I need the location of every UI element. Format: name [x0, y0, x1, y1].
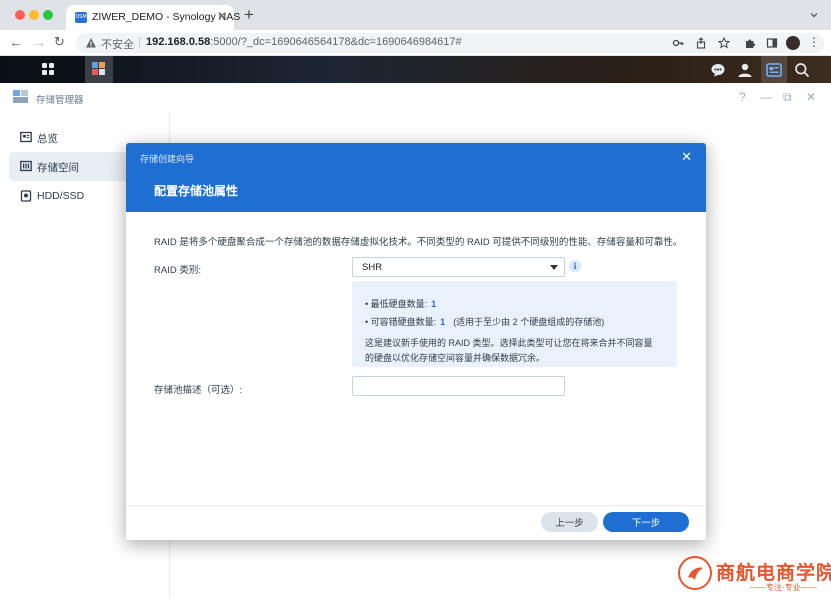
chevron-down-icon[interactable] — [809, 10, 819, 20]
forward-arrow-icon[interactable]: → — [32, 34, 46, 50]
restore-icon[interactable]: ⧉ — [783, 90, 792, 104]
browser-tab-bar: DSM ZIWER_DEMO - Synology NAS ✕ + — [0, 0, 831, 30]
sidebar-item-label: HDD/SSD — [37, 190, 85, 202]
tab-close-icon[interactable]: ✕ — [217, 9, 227, 23]
previous-step-button[interactable]: 上一步 — [541, 512, 598, 532]
watermark-logo: 商航电商学院 ——专注·专业—— — [674, 554, 831, 599]
search-icon[interactable] — [794, 62, 810, 78]
storage-pool-icon — [20, 160, 32, 172]
dropdown-caret-icon — [550, 265, 558, 270]
insecure-label: 不安全 — [101, 39, 134, 51]
widgets-icon — [766, 63, 782, 77]
app-title-bar: 存储管理器 ? — ⧉ ✕ — [0, 83, 831, 111]
sidebar-item-label: 总览 — [37, 133, 58, 145]
watermark-slogan: ——专注·专业—— — [750, 583, 817, 592]
raid-type-select[interactable]: SHR — [352, 257, 565, 277]
browser-toolbar: ← → ↻ 不安全 | 192.168.0.58:5000/?_dc=16906… — [0, 30, 831, 56]
address-bar[interactable]: 不安全 | 192.168.0.58:5000/?_dc=16906465641… — [76, 33, 824, 53]
wizard-title: 存储创建向导 — [140, 154, 195, 164]
sidebar-item-label: 存储空间 — [37, 162, 79, 174]
raid-type-value: SHR — [362, 262, 383, 273]
info-icon[interactable]: i — [569, 260, 581, 272]
minimize-icon[interactable]: — — [760, 90, 772, 104]
dsm-taskbar-left — [10, 56, 113, 83]
min-disks-line: • 最低硬盘数量: 1 — [365, 299, 437, 309]
overview-icon — [20, 131, 32, 143]
key-icon[interactable] — [672, 37, 684, 49]
dialog-header: 存储创建向导 ✕ 配置存储池属性 — [126, 143, 706, 212]
browser-tab[interactable]: DSM ZIWER_DEMO - Synology NAS ✕ — [66, 5, 240, 30]
watermark-text: 商航电商学院 — [716, 562, 831, 584]
url-separator: | — [138, 36, 141, 48]
fault-tolerance-line: • 可容错硬盘数量: 1 (适用于至少由 2 个硬盘组成的存储池) — [365, 317, 605, 327]
storage-manager-icon — [92, 62, 105, 75]
window-zoom-button[interactable] — [43, 10, 53, 20]
storage-wizard-dialog: 存储创建向导 ✕ 配置存储池属性 RAID 是将多个硬盘聚合成一个存储池的数据存… — [126, 143, 706, 540]
app-title: 存储管理器 — [36, 95, 84, 106]
window-minimize-button[interactable] — [29, 10, 39, 20]
extensions-puzzle-icon[interactable] — [744, 37, 756, 49]
new-tab-button[interactable]: + — [244, 5, 254, 25]
star-icon[interactable] — [718, 37, 730, 49]
watermark-seal-icon — [678, 556, 712, 590]
pool-description-input[interactable] — [352, 376, 565, 396]
next-step-button[interactable]: 下一步 — [603, 512, 689, 532]
share-icon[interactable] — [695, 37, 707, 49]
window-close-button[interactable] — [15, 10, 25, 20]
dialog-close-icon[interactable]: ✕ — [681, 150, 692, 164]
raid-info-box: • 最低硬盘数量: 1 • 可容错硬盘数量: 1 (适用于至少由 2 个硬盘组成的存储… — [352, 281, 677, 367]
storage-manager-taskbar-button[interactable] — [85, 56, 113, 83]
dialog-footer-divider — [126, 505, 706, 506]
warning-icon — [86, 38, 96, 48]
recommend-text-line2: 的硬盘以优化存储空间容量并确保数据冗余。 — [365, 353, 546, 363]
widgets-button[interactable] — [761, 56, 787, 83]
url-text[interactable]: 192.168.0.58:5000/?_dc=1690646564178&dc=… — [146, 36, 462, 48]
dialog-title: 配置存储池属性 — [154, 184, 239, 198]
grid-icon — [42, 63, 54, 75]
recommend-text-line1: 这是建议新手使用的 RAID 类型。选择此类型可让您在将来合并不同容量 — [365, 338, 653, 348]
raid-type-label: RAID 类别: — [154, 265, 201, 276]
sidebar-toggle-icon[interactable] — [766, 37, 778, 49]
user-icon[interactable] — [737, 62, 753, 78]
reload-icon[interactable]: ↻ — [54, 34, 65, 50]
pool-description-label: 存储池描述（可选）: — [154, 385, 243, 396]
hard-disk-icon — [20, 190, 32, 202]
more-menu-icon[interactable]: ⋮ — [808, 34, 820, 50]
profile-avatar[interactable] — [786, 36, 800, 50]
back-arrow-icon[interactable]: ← — [9, 34, 23, 50]
dsm-taskbar — [0, 56, 831, 83]
chat-icon[interactable] — [710, 62, 726, 78]
close-icon[interactable]: ✕ — [806, 90, 816, 104]
main-menu-button[interactable] — [34, 56, 62, 83]
help-icon[interactable]: ? — [739, 90, 746, 104]
dsm-favicon-icon: DSM — [75, 12, 87, 23]
storage-manager-app-icon — [13, 90, 28, 103]
raid-description: RAID 是将多个硬盘聚合成一个存储池的数据存储虚拟化技术。不同类型的 RAID… — [154, 237, 683, 248]
